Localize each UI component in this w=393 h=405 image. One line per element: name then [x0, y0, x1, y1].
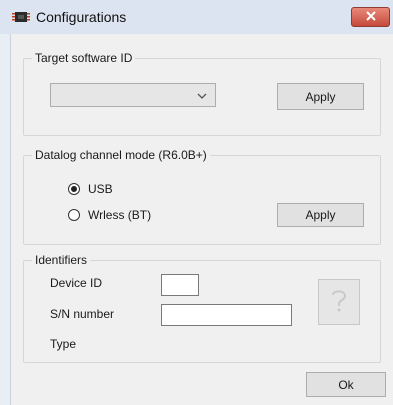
radio-wireless-circle[interactable]	[68, 209, 80, 221]
question-mark-icon	[329, 287, 349, 318]
radio-usb-circle[interactable]	[68, 183, 80, 195]
ok-button[interactable]: Ok	[306, 372, 386, 397]
sn-number-field[interactable]	[161, 304, 292, 326]
target-apply-button[interactable]: Apply	[277, 83, 364, 110]
datalog-channel-group: Datalog channel mode (R6.0B+)	[23, 147, 381, 245]
window-title: Configurations	[36, 9, 127, 25]
close-icon	[365, 10, 376, 24]
datalog-channel-legend: Datalog channel mode (R6.0B+)	[32, 147, 210, 163]
radio-wireless[interactable]: Wrless (BT)	[68, 208, 151, 222]
radio-usb-label: USB	[88, 182, 113, 196]
configurations-window: Configurations Target software ID Apply …	[0, 0, 393, 405]
device-id-field[interactable]	[161, 274, 199, 296]
identifiers-legend: Identifiers	[32, 252, 91, 268]
device-id-label: Device ID	[50, 276, 103, 290]
target-software-select[interactable]	[50, 83, 216, 107]
chevron-down-icon	[197, 89, 207, 103]
radio-usb[interactable]: USB	[68, 182, 113, 196]
close-button[interactable]	[351, 7, 390, 27]
help-button[interactable]	[318, 279, 360, 325]
device-chip-icon	[12, 10, 30, 24]
datalog-apply-button[interactable]: Apply	[277, 203, 364, 227]
type-label: Type	[50, 337, 77, 351]
target-software-legend: Target software ID	[32, 50, 136, 66]
radio-wireless-label: Wrless (BT)	[88, 208, 152, 222]
title-bar[interactable]: Configurations	[0, 0, 393, 34]
sn-number-label: S/N number	[50, 307, 115, 321]
